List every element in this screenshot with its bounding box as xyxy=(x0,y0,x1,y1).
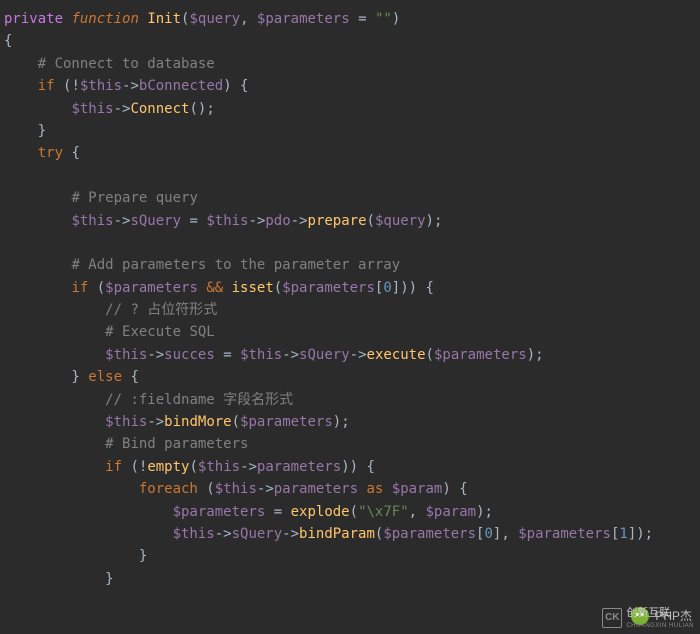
kw-function: function xyxy=(71,11,138,27)
str-empty: "" xyxy=(375,11,392,27)
kw-try: try xyxy=(38,145,63,161)
comment: # Bind parameters xyxy=(105,436,248,452)
method-prepare: prepare xyxy=(308,213,367,229)
brand-watermark: CK 创新互联 CHUANGXIN HULIAN xyxy=(602,605,694,632)
comment: // :fieldname 字段名形式 xyxy=(105,392,293,408)
method-execute: execute xyxy=(367,347,426,363)
var-query: $query xyxy=(189,11,240,27)
brace-open: { xyxy=(4,33,12,49)
brand-logo-icon: CK xyxy=(602,608,622,628)
kw-if: if xyxy=(71,280,88,296)
fn-empty: empty xyxy=(147,459,189,475)
kw-else: else xyxy=(88,369,122,385)
comment: // ? 占位符形式 xyxy=(105,302,217,318)
kw-private: private xyxy=(4,11,63,27)
code-block: private function Init($query, $parameter… xyxy=(0,0,700,598)
kw-foreach: foreach xyxy=(139,481,198,497)
var-parameters: $parameters xyxy=(257,11,350,27)
kw-if: if xyxy=(38,78,55,94)
comment: # Add parameters to the parameter array xyxy=(71,257,400,273)
brand-sub: CHUANGXIN HULIAN xyxy=(626,622,694,632)
fn-name: Init xyxy=(147,11,181,27)
brand-name: 创新互联 xyxy=(626,605,694,623)
comment: # Execute SQL xyxy=(105,324,215,340)
kw-if: if xyxy=(105,459,122,475)
method-connect: Connect xyxy=(130,101,189,117)
method-bindparam: bindParam xyxy=(299,526,375,542)
fn-explode: explode xyxy=(291,504,350,520)
fn-isset: isset xyxy=(232,280,274,296)
comment: # Connect to database xyxy=(38,56,215,72)
method-bindmore: bindMore xyxy=(164,414,231,430)
comment: # Prepare query xyxy=(71,190,197,206)
str-sep: "\x7F" xyxy=(358,504,409,520)
